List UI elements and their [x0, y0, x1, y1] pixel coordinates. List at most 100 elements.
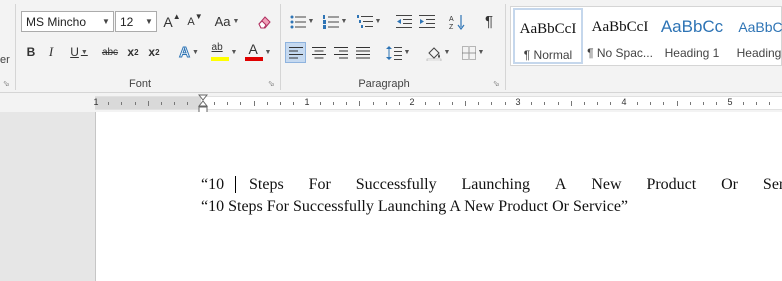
- ruler-tick: [690, 102, 691, 105]
- ruler-tick: [386, 102, 387, 105]
- bullets-button[interactable]: ▼: [287, 11, 317, 32]
- ruler-tick: [399, 102, 400, 105]
- ruler-tick: [148, 101, 149, 106]
- ruler-tick: [716, 102, 717, 105]
- align-center-icon: [311, 46, 326, 58]
- shading-button[interactable]: ▼: [423, 42, 453, 63]
- text-effects-button[interactable]: A ▼: [174, 42, 204, 62]
- strikethrough-icon: abc: [101, 46, 119, 58]
- ruler-tick: [280, 102, 281, 105]
- document-line-justified[interactable]: “10 Steps For Successfully Launching A N…: [201, 176, 782, 194]
- style-heading-1[interactable]: AaBbCc Heading 1: [657, 8, 727, 64]
- align-right-icon: [333, 46, 348, 58]
- clear-formatting-button[interactable]: [253, 11, 275, 32]
- font-color-button[interactable]: A ▼: [242, 40, 274, 64]
- clipboard-group-cut-label: er: [0, 54, 10, 66]
- line-word: “10: [201, 176, 225, 193]
- multilevel-list-button[interactable]: ▼: [354, 11, 384, 32]
- line-word: For: [308, 176, 331, 193]
- change-case-button[interactable]: Aa ▼: [212, 11, 242, 32]
- ruler-tick: [293, 102, 294, 105]
- bold-icon: B: [26, 45, 36, 59]
- shrink-font-button[interactable]: A ▼: [184, 11, 206, 32]
- italic-button[interactable]: I: [43, 42, 59, 62]
- document-line-plain[interactable]: “10 Steps For Successfully Launching A N…: [201, 198, 628, 216]
- change-case-icon: Aa: [214, 14, 231, 29]
- increase-indent-button[interactable]: [417, 11, 437, 32]
- paint-bucket-icon: [426, 46, 441, 61]
- ruler-number: 4: [621, 97, 627, 107]
- italic-icon: I: [48, 44, 54, 59]
- chevron-down-icon[interactable]: ▼: [142, 12, 156, 31]
- increase-indent-icon: [419, 14, 435, 28]
- ruler-tick: [359, 101, 360, 106]
- font-name-combo[interactable]: MS Mincho ▼: [21, 11, 114, 32]
- style-heading-1-name: Heading 1: [664, 46, 720, 60]
- subscript-button[interactable]: x2: [124, 42, 142, 62]
- group-separator: [280, 4, 281, 90]
- style-normal-name: ¶ Normal: [523, 48, 573, 62]
- font-size-combo[interactable]: 12 ▼: [115, 11, 157, 32]
- style-heading-1-preview: AaBbCc: [660, 17, 724, 36]
- style-no-spacing[interactable]: AaBbCcI ¶ No Spac...: [585, 8, 655, 64]
- ruler-tick: [333, 102, 334, 105]
- line-word: Launching: [461, 176, 530, 193]
- decrease-indent-button[interactable]: [394, 11, 414, 32]
- ruler-number: 1: [304, 97, 310, 107]
- style-normal-preview: AaBbCcI: [519, 21, 577, 37]
- font-dialog-launcher-icon[interactable]: ⬂: [268, 80, 276, 88]
- strikethrough-button[interactable]: abc: [100, 42, 120, 62]
- underline-button[interactable]: U ▼: [66, 42, 92, 62]
- font-color-swatch: [244, 57, 263, 61]
- justify-button[interactable]: [352, 42, 373, 63]
- line-word: Steps: [249, 176, 284, 193]
- line-word: Successfully: [355, 176, 437, 193]
- style-heading-2[interactable]: AaBbCc Heading 2: [729, 8, 782, 64]
- align-center-button[interactable]: [308, 42, 329, 63]
- sort-button[interactable]: A Z: [447, 11, 467, 32]
- grow-font-button[interactable]: A ▲: [161, 11, 183, 32]
- ruler-tick: [425, 102, 426, 105]
- ruler-tick: [135, 102, 136, 105]
- align-right-button[interactable]: [330, 42, 351, 63]
- clipboard-launcher-icon[interactable]: ⬂: [3, 80, 11, 88]
- ruler-tick: [677, 101, 678, 106]
- numbering-button[interactable]: ▼: [320, 11, 350, 32]
- font-color-glyph: A: [248, 41, 258, 57]
- ruler-tick: [187, 102, 188, 105]
- ruler-tick: [161, 102, 162, 105]
- ruler-tick: [571, 101, 572, 106]
- paragraph-dialog-launcher-icon[interactable]: ⬂: [493, 80, 501, 88]
- ruler-number: 3: [515, 97, 521, 107]
- highlighter-icon: ab: [210, 41, 229, 63]
- ruler-tick: [491, 102, 492, 105]
- multilevel-list-icon: [356, 14, 373, 28]
- numbered-list-icon: [322, 14, 339, 29]
- align-left-button[interactable]: [285, 42, 306, 63]
- ruler-tick: [346, 102, 347, 105]
- show-formatting-marks-button[interactable]: ¶: [479, 11, 499, 32]
- style-no-spacing-preview: AaBbCcI: [591, 19, 649, 35]
- text-cursor: [235, 176, 236, 193]
- chevron-down-icon[interactable]: ▼: [99, 12, 113, 31]
- superscript-button[interactable]: x2: [145, 42, 163, 62]
- bullet-list-icon: [290, 15, 306, 28]
- line-spacing-button[interactable]: ▼: [383, 42, 413, 63]
- ruler-tick: [452, 102, 453, 105]
- ruler-tick: [769, 102, 770, 105]
- styles-gallery: AaBbCcI ¶ Normal AaBbCcI ¶ No Spac... Aa…: [510, 6, 782, 66]
- line-spacing-icon: [385, 45, 402, 60]
- ruler-tick: [610, 102, 611, 105]
- bold-button[interactable]: B: [23, 42, 39, 62]
- style-normal[interactable]: AaBbCcI ¶ Normal: [513, 8, 583, 64]
- font-color-icon: A: [244, 41, 263, 63]
- superscript-digit: 2: [155, 47, 160, 57]
- line-word: A: [554, 176, 567, 193]
- borders-button[interactable]: ▼: [458, 42, 488, 63]
- text-highlight-button[interactable]: ab ▼: [208, 40, 240, 64]
- document-page[interactable]: “10 Steps For Successfully Launching A N…: [95, 112, 782, 281]
- ruler-tick: [478, 102, 479, 105]
- line-word: Or: [721, 176, 739, 193]
- line-word: Service”: [762, 176, 782, 193]
- font-group-label: Font: [128, 78, 151, 90]
